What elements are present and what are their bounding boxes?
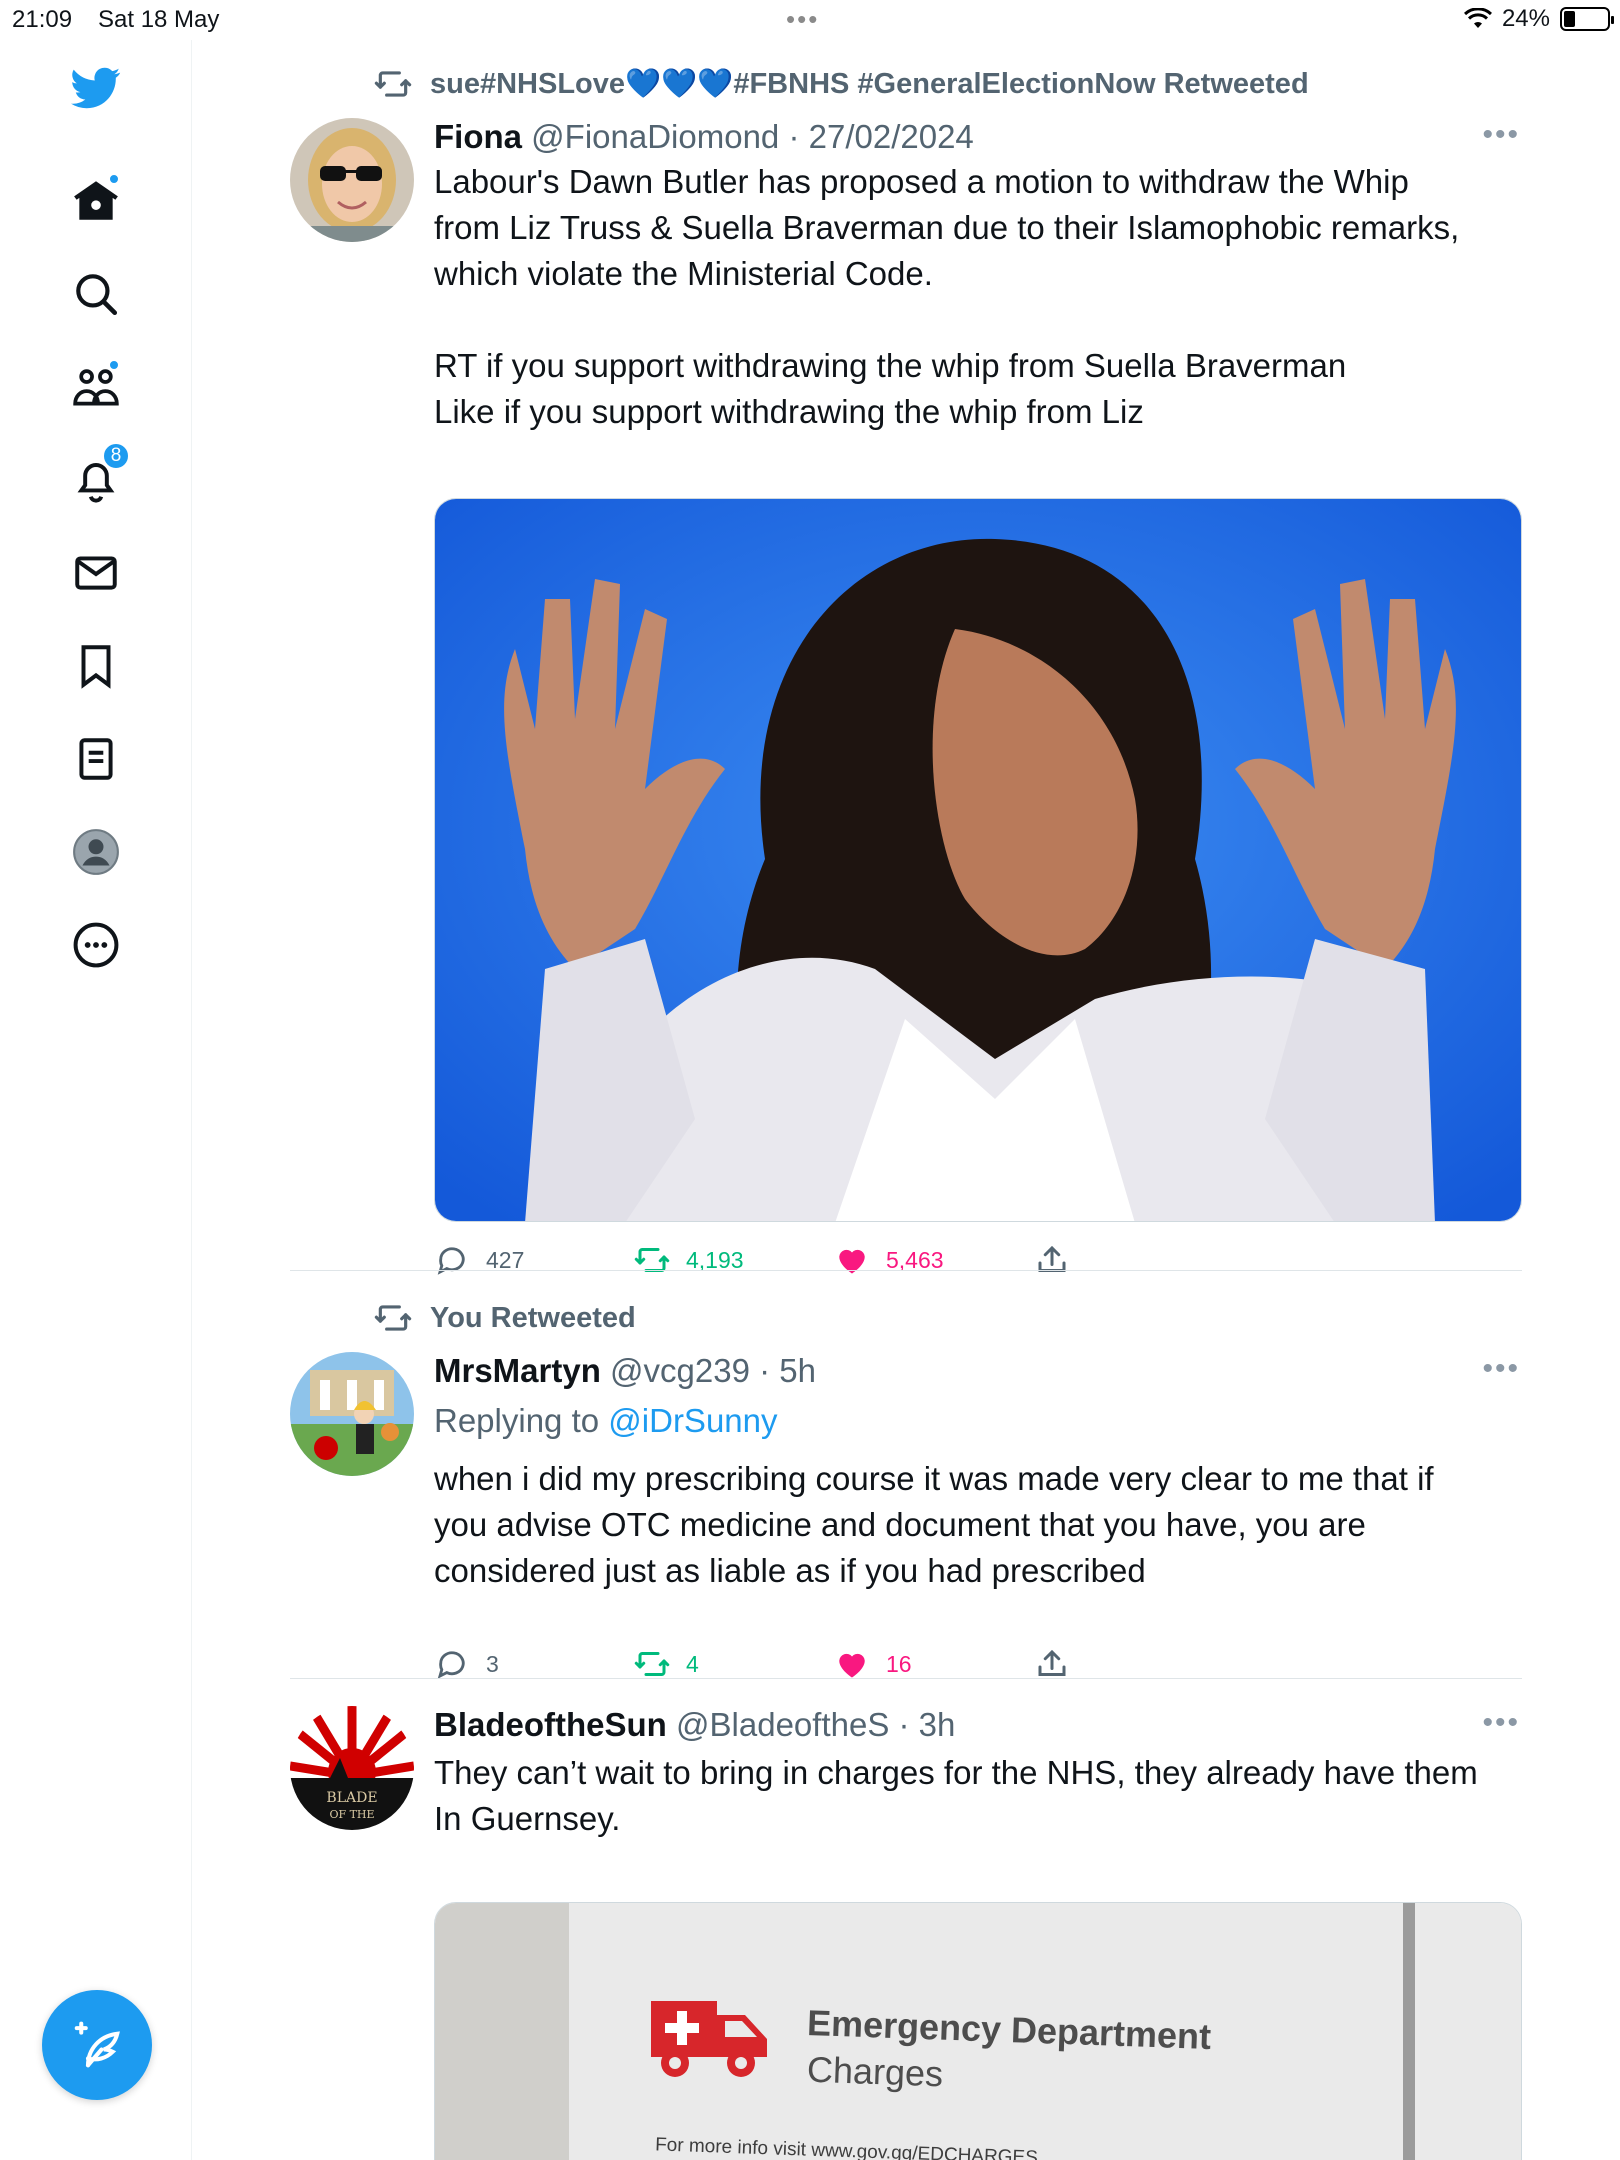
tweet-header: BladeoftheSun @BladeoftheS · 3h <box>434 1706 1520 1744</box>
photo-wall-left <box>435 1903 569 2160</box>
tweet-text: Labour's Dawn Butler has proposed a moti… <box>434 159 1520 435</box>
replying-to-handle-link[interactable]: @iDrSunny <box>608 1402 777 1439</box>
sign-subtitle: Charges <box>806 2048 944 2095</box>
author-handle-time[interactable]: @BladeoftheS · 3h <box>676 1706 955 1743</box>
home-unread-dot <box>108 173 120 185</box>
share-button[interactable] <box>1034 1646 1070 1682</box>
status-bar: 21:09 Sat 18 May ••• 24% <box>0 0 1620 40</box>
replying-to: Replying to @iDrSunny <box>434 1402 778 1440</box>
retweeted-by-text: sue#NHSLove💙💙💙#FBNHS #GeneralElectionNow… <box>430 68 1309 100</box>
notifications-count-badge: 8 <box>102 442 130 470</box>
tweet-line: you advise OTC medicine and document tha… <box>434 1506 1366 1543</box>
avatar-fiona[interactable] <box>290 118 414 242</box>
status-date: Sat 18 May <box>98 6 220 33</box>
tweet-header: MrsMartyn @vcg239 · 5h <box>434 1352 1520 1390</box>
replying-to-label: Replying to <box>434 1402 600 1439</box>
share-icon <box>1038 1649 1066 1676</box>
svg-text:OF THE: OF THE <box>329 1808 374 1821</box>
retweet-button[interactable]: 4 <box>634 1646 699 1682</box>
reply-count: 3 <box>486 1650 499 1677</box>
tweet-photo-sign[interactable]: Emergency Department Charges For more in… <box>434 1902 1522 2160</box>
reply-icon <box>437 1651 465 1679</box>
more-options-icon[interactable] <box>56 905 136 985</box>
battery-percent: 24% <box>1501 5 1550 32</box>
status-time: 21:09 <box>12 6 73 33</box>
tweet-line: Like if you support withdrawing the whip… <box>434 393 1144 430</box>
tweet-header: Fiona @FionaDiomond · 27/02/2024 <box>434 118 1520 156</box>
share-button[interactable] <box>1034 1242 1070 1278</box>
retweet-icon <box>374 1305 412 1331</box>
avatar-mrsmartyn[interactable] <box>290 1352 414 1476</box>
retweet-context[interactable]: You Retweeted <box>374 1298 636 1338</box>
photo-pole <box>1403 1903 1415 2160</box>
tweet-line: RT if you support withdrawing the whip f… <box>434 347 1347 384</box>
home-icon[interactable] <box>56 161 136 241</box>
heart-icon <box>839 1249 865 1274</box>
retweet-icon <box>374 71 412 97</box>
status-right: 24% <box>1463 5 1614 33</box>
reply-button[interactable]: 427 <box>434 1242 524 1278</box>
tweet-photo[interactable] <box>434 498 1522 1222</box>
avatar-bladeofthesun[interactable]: BLADE OF THE <box>290 1706 414 1830</box>
tweet-divider <box>290 1678 1522 1679</box>
tweet-actions: 427 4,193 5,463 <box>434 1242 1074 1282</box>
retweeted-by-text: You Retweeted <box>430 1301 636 1334</box>
author-handle-time[interactable]: @FionaDiomond · 27/02/2024 <box>531 118 974 155</box>
sidebar: 8 <box>0 40 192 2160</box>
wifi-icon <box>1463 8 1492 28</box>
tweet-line: from Liz Truss & Suella Braverman due to… <box>434 209 1460 246</box>
compose-tweet-button[interactable] <box>42 1990 152 2100</box>
author-name[interactable]: BladeoftheSun <box>434 1706 667 1743</box>
author-name[interactable]: MrsMartyn <box>434 1352 601 1389</box>
retweet-icon <box>634 1652 670 1676</box>
ambulance-icon <box>651 2001 767 2077</box>
communities-unread-dot <box>108 359 120 371</box>
bookmarks-icon[interactable] <box>56 626 136 706</box>
reply-icon <box>437 1247 465 1275</box>
compose-feather-icon <box>74 2021 120 2068</box>
twitter-logo-icon[interactable] <box>56 48 136 128</box>
tweet-text: when i did my prescribing course it was … <box>434 1456 1520 1594</box>
multitasking-dots-icon[interactable]: ••• <box>786 4 819 35</box>
profile-avatar-icon[interactable] <box>56 812 136 892</box>
lists-icon[interactable] <box>56 719 136 799</box>
tweet-more-icon[interactable]: ••• <box>1482 1352 1520 1386</box>
tweet-line: considered just as liable as if you had … <box>434 1552 1146 1589</box>
author-name[interactable]: Fiona <box>434 118 522 155</box>
tweet-more-icon[interactable]: ••• <box>1482 118 1520 152</box>
share-icon <box>1038 1245 1066 1272</box>
tweet-line: They can’t wait to bring in charges for … <box>434 1754 1478 1791</box>
tweet-more-icon[interactable]: ••• <box>1482 1706 1520 1740</box>
retweet-count: 4 <box>686 1650 699 1677</box>
tweet-line: Labour's Dawn Butler has proposed a moti… <box>434 163 1409 200</box>
tweet-text: They can’t wait to bring in charges for … <box>434 1750 1520 1842</box>
tweet-line: In Guernsey. <box>434 1800 621 1837</box>
heart-icon <box>839 1653 865 1678</box>
retweet-icon <box>634 1248 670 1272</box>
messages-envelope-icon[interactable] <box>56 533 136 613</box>
like-button[interactable]: 5,463 <box>834 1242 944 1278</box>
communities-icon[interactable] <box>56 347 136 427</box>
tweet-divider <box>290 1270 1522 1271</box>
notifications-bell-icon[interactable]: 8 <box>56 440 136 520</box>
tweet-actions: 3 4 16 <box>434 1646 1074 1686</box>
tweet-line: when i did my prescribing course it was … <box>434 1460 1434 1497</box>
like-button[interactable]: 16 <box>834 1646 912 1682</box>
reply-button[interactable]: 3 <box>434 1646 499 1682</box>
tweet-line: which violate the Ministerial Code. <box>434 255 933 292</box>
author-handle-time[interactable]: @vcg239 · 5h <box>610 1352 816 1389</box>
like-count: 16 <box>886 1650 912 1677</box>
avatar-text: BLADE <box>326 1790 377 1806</box>
retweet-context[interactable]: sue#NHSLove💙💙💙#FBNHS #GeneralElectionNow… <box>374 64 1309 104</box>
search-icon[interactable] <box>56 254 136 334</box>
battery-icon <box>1560 7 1614 31</box>
retweet-button[interactable]: 4,193 <box>634 1242 744 1278</box>
